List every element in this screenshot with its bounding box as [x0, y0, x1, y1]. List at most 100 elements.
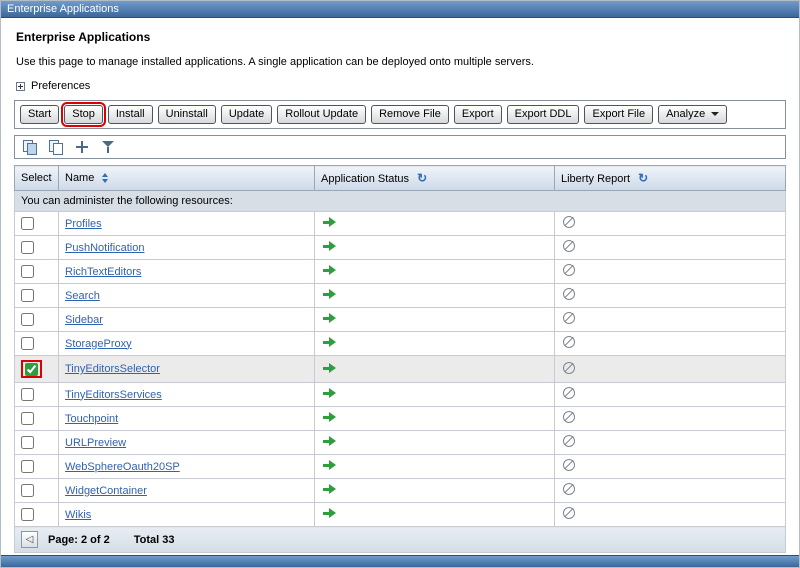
app-link[interactable]: WebSphereOauth20SP	[65, 461, 180, 473]
started-status-icon	[323, 412, 337, 422]
export-file-button[interactable]: Export File	[584, 105, 653, 124]
stop-button[interactable]: Stop	[64, 105, 103, 124]
row-checkbox[interactable]	[21, 289, 34, 302]
app-link[interactable]: Profiles	[65, 218, 102, 230]
name-cell: TinyEditorsServices	[59, 383, 315, 407]
no-report-icon	[563, 483, 575, 495]
remove-file-button[interactable]: Remove File	[371, 105, 449, 124]
app-link[interactable]: PushNotification	[65, 242, 145, 254]
row-checkbox[interactable]	[21, 484, 34, 497]
page-title: Enterprise Applications	[16, 30, 786, 44]
analyze-button[interactable]: Analyze	[658, 105, 727, 124]
page-content: Enterprise Applications Use this page to…	[1, 18, 799, 555]
sort-icon[interactable]	[102, 173, 108, 183]
app-link[interactable]: Sidebar	[65, 314, 103, 326]
preferences-toggle[interactable]: Preferences	[16, 80, 786, 92]
app-link[interactable]: StorageProxy	[65, 338, 132, 350]
status-cell	[315, 260, 555, 284]
export-ddl-button[interactable]: Export DDL	[507, 105, 580, 124]
window-titlebar: Enterprise Applications	[1, 1, 799, 18]
row-checkbox[interactable]	[21, 436, 34, 449]
liberty-column-header: Liberty Report	[555, 166, 786, 191]
select-cell	[15, 284, 59, 308]
table-row: WidgetContainer	[15, 479, 786, 503]
table-row: Profiles	[15, 212, 786, 236]
rollout-update-button[interactable]: Rollout Update	[277, 105, 366, 124]
status-header-label: Application Status	[321, 173, 409, 185]
status-cell	[315, 356, 555, 383]
row-checkbox[interactable]	[21, 388, 34, 401]
app-link[interactable]: Wikis	[65, 509, 91, 521]
no-report-icon	[563, 240, 575, 252]
install-button[interactable]: Install	[108, 105, 153, 124]
name-cell: TinyEditorsSelector	[59, 356, 315, 383]
liberty-cell	[555, 455, 786, 479]
table-row: PushNotification	[15, 236, 786, 260]
app-link[interactable]: Touchpoint	[65, 413, 118, 425]
app-link[interactable]: RichTextEditors	[65, 266, 141, 278]
page-description: Use this page to manage installed applic…	[16, 56, 786, 68]
hide-filter-icon[interactable]	[100, 139, 116, 155]
actions-toolbar: Start Stop Install Uninstall Update Roll…	[14, 100, 786, 129]
liberty-cell	[555, 383, 786, 407]
liberty-refresh-icon[interactable]	[638, 173, 648, 185]
no-report-icon	[563, 264, 575, 276]
no-report-icon	[563, 435, 575, 447]
preferences-label: Preferences	[31, 80, 90, 92]
app-link[interactable]: WidgetContainer	[65, 485, 147, 497]
status-cell	[315, 431, 555, 455]
select-cell	[15, 479, 59, 503]
row-checkbox[interactable]	[25, 363, 38, 376]
no-report-icon	[563, 411, 575, 423]
started-status-icon	[323, 363, 337, 373]
uninstall-button[interactable]: Uninstall	[158, 105, 216, 124]
applications-table: Select Name Application Status Liberty R…	[14, 165, 786, 553]
no-report-icon	[563, 216, 575, 228]
row-checkbox[interactable]	[21, 313, 34, 326]
status-refresh-icon[interactable]	[417, 173, 427, 185]
name-header-label: Name	[65, 172, 94, 184]
app-link[interactable]: TinyEditorsServices	[65, 389, 162, 401]
app-link[interactable]: Search	[65, 290, 100, 302]
no-report-icon	[563, 288, 575, 300]
table-footer-row: Page: 2 of 2 Total 33	[15, 527, 786, 553]
table-row: Sidebar	[15, 308, 786, 332]
name-cell: RichTextEditors	[59, 260, 315, 284]
row-checkbox[interactable]	[21, 508, 34, 521]
name-cell: URLPreview	[59, 431, 315, 455]
update-button[interactable]: Update	[221, 105, 272, 124]
analyze-label: Analyze	[666, 108, 705, 120]
row-checkbox[interactable]	[21, 265, 34, 278]
app-link[interactable]: TinyEditorsSelector	[65, 363, 160, 375]
started-status-icon	[323, 217, 337, 227]
row-checkbox[interactable]	[21, 412, 34, 425]
no-report-icon	[563, 336, 575, 348]
previous-page-button[interactable]	[21, 531, 38, 548]
started-status-icon	[323, 241, 337, 251]
table-row: WebSphereOauth20SP	[15, 455, 786, 479]
select-cell	[15, 212, 59, 236]
table-row-selected: TinyEditorsSelector	[15, 356, 786, 383]
status-column-header: Application Status	[315, 166, 555, 191]
row-checkbox[interactable]	[21, 241, 34, 254]
deselect-all-icon[interactable]	[48, 139, 64, 155]
started-status-icon	[323, 337, 337, 347]
row-checkbox[interactable]	[21, 337, 34, 350]
select-all-icon[interactable]	[22, 139, 38, 155]
window-bottombar	[1, 555, 799, 567]
row-checkbox[interactable]	[21, 460, 34, 473]
expand-icon[interactable]	[16, 82, 25, 91]
no-report-icon	[563, 312, 575, 324]
export-button[interactable]: Export	[454, 105, 502, 124]
status-cell	[315, 383, 555, 407]
liberty-cell	[555, 236, 786, 260]
select-column-header: Select	[15, 166, 59, 191]
row-checkbox[interactable]	[21, 217, 34, 230]
app-link[interactable]: URLPreview	[65, 437, 126, 449]
table-row: TinyEditorsServices	[15, 383, 786, 407]
started-status-icon	[323, 313, 337, 323]
liberty-cell	[555, 356, 786, 383]
started-status-icon	[323, 508, 337, 518]
show-filter-icon[interactable]	[74, 139, 90, 155]
start-button[interactable]: Start	[20, 105, 59, 124]
